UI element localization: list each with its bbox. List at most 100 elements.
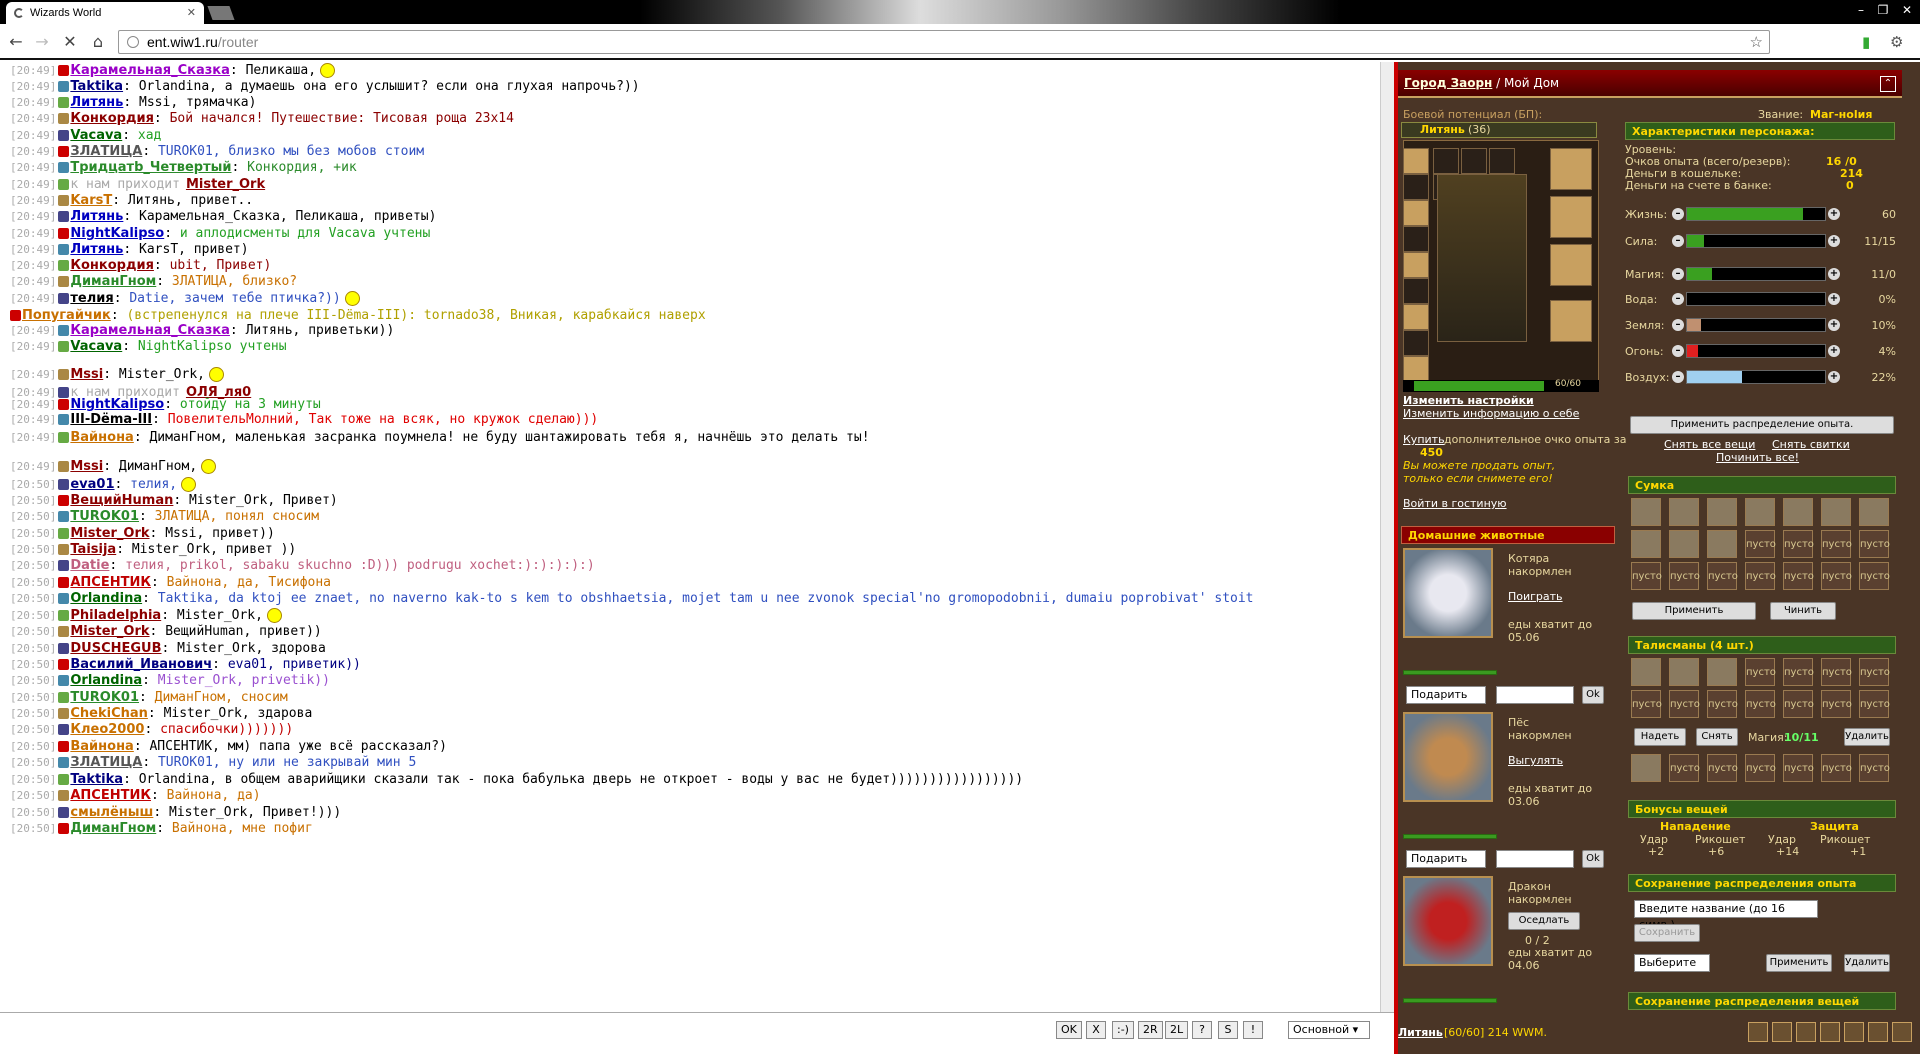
gift-select[interactable]: Подарить [1406, 686, 1486, 704]
bag-repair-button[interactable]: Чинить [1770, 602, 1836, 620]
bag-slot[interactable]: пусто [1669, 562, 1700, 590]
stat-minus-button[interactable]: – [1672, 268, 1684, 280]
chat-nickname[interactable]: DUSCHEGUB [70, 641, 161, 656]
chat-button-6[interactable]: S [1218, 1021, 1238, 1039]
toolbar-book-icon[interactable] [1844, 1022, 1864, 1042]
ok-button[interactable]: Ok [1582, 850, 1604, 868]
equipment-slot[interactable] [1403, 278, 1429, 304]
preset-name-input[interactable]: Введите название (до 16 симв.) [1634, 900, 1818, 931]
equipment-slot[interactable] [1550, 196, 1592, 238]
restore-button[interactable]: ❐ [1872, 3, 1894, 17]
delete-talisman-button[interactable]: Удалить [1844, 728, 1890, 746]
chat-nickname[interactable]: Карамельная_Сказка [70, 323, 230, 338]
chat-nickname[interactable]: Литянь [70, 209, 123, 224]
chat-nickname[interactable]: Конкордия [70, 258, 154, 273]
stat-plus-button[interactable]: + [1828, 293, 1840, 305]
equipment-slot[interactable] [1403, 330, 1429, 356]
pet-action-button[interactable]: Оседлать [1508, 912, 1580, 930]
bag-slot[interactable] [1669, 498, 1699, 526]
tab-close-icon[interactable]: ✕ [187, 6, 196, 19]
chat-nickname[interactable]: Vacava [70, 339, 122, 354]
info-link[interactable]: Изменить информацию о себе [1403, 407, 1579, 420]
stat-minus-button[interactable]: – [1672, 293, 1684, 305]
new-tab-button[interactable] [207, 6, 235, 20]
talisman-slot[interactable]: пусто [1821, 690, 1852, 718]
gift-input[interactable] [1496, 686, 1574, 704]
pet-image[interactable] [1403, 712, 1493, 802]
extension-signal-icon[interactable]: ▮ [1862, 33, 1870, 51]
close-window-button[interactable]: ✕ [1896, 3, 1918, 17]
chat-nickname[interactable]: Datie [70, 558, 109, 573]
back-icon[interactable]: ← [6, 32, 26, 51]
chat-nickname[interactable]: АПСЕНТИК [70, 575, 151, 590]
chat-scrollbar[interactable] [1380, 62, 1394, 1012]
scroll-slot[interactable]: пусто [1821, 754, 1852, 782]
character-avatar[interactable] [1437, 174, 1527, 342]
put-on-button[interactable]: Надеть [1634, 728, 1686, 746]
bag-slot[interactable]: пусто [1631, 562, 1662, 590]
minimize-button[interactable]: – [1850, 3, 1872, 17]
talisman-slot[interactable]: пусто [1859, 690, 1890, 718]
talisman-slot[interactable]: пусто [1745, 658, 1776, 686]
save-preset-button[interactable]: Сохранить [1634, 924, 1700, 942]
talisman-slot[interactable]: пусто [1745, 690, 1776, 718]
take-off-button[interactable]: Снять [1696, 728, 1738, 746]
bag-slot[interactable] [1821, 498, 1851, 526]
equipment-slot[interactable] [1550, 244, 1592, 286]
stop-icon[interactable]: ✕ [60, 32, 80, 51]
equipment-slot[interactable] [1403, 356, 1429, 382]
city-link[interactable]: Город Заорн [1404, 76, 1492, 90]
equipment-slot[interactable] [1403, 226, 1429, 252]
toolbar-square-icon[interactable] [1796, 1022, 1816, 1042]
talisman-slot[interactable]: пусто [1631, 690, 1662, 718]
equipment-slot[interactable] [1550, 300, 1592, 342]
chat-nickname[interactable]: Orlandina [70, 591, 142, 606]
bag-slot[interactable] [1707, 498, 1737, 526]
chat-nickname[interactable]: Василий_Иванович [70, 657, 212, 672]
buy-link[interactable]: Купить [1403, 433, 1445, 446]
bag-slot[interactable] [1783, 498, 1813, 526]
chat-button-5[interactable]: ? [1192, 1021, 1212, 1039]
chat-nickname[interactable]: Литянь [70, 95, 123, 110]
repair-all-link[interactable]: Починить все! [1716, 451, 1799, 464]
toolbar-chart-icon[interactable] [1892, 1022, 1912, 1042]
chat-nickname[interactable]: Литянь [70, 242, 123, 257]
collapse-icon[interactable]: ⌃ [1880, 76, 1896, 92]
bag-slot[interactable]: пусто [1859, 562, 1890, 590]
gift-select[interactable]: Подарить [1406, 850, 1486, 868]
toolbar-refresh-icon[interactable] [1748, 1022, 1768, 1042]
toolbar-shield-icon[interactable] [1820, 1022, 1840, 1042]
delete-preset-button[interactable]: Удалить [1844, 954, 1890, 972]
chat-nickname[interactable]: Карамельная_Сказка [70, 63, 230, 78]
stat-plus-button[interactable]: + [1828, 345, 1840, 357]
talisman-slot[interactable]: пусто [1859, 658, 1890, 686]
chat-nickname[interactable]: Вайнона [70, 739, 133, 754]
talisman-slot[interactable]: пусто [1783, 658, 1814, 686]
chat-button-1[interactable]: X [1086, 1021, 1106, 1039]
talisman-slot[interactable]: пусто [1821, 658, 1852, 686]
scroll-slot[interactable]: пусто [1783, 754, 1814, 782]
stat-plus-button[interactable]: + [1828, 371, 1840, 383]
chat-nickname[interactable]: телия [70, 291, 113, 306]
equipment-slot[interactable] [1403, 252, 1429, 278]
apply-exp-button[interactable]: Применить распределение опыта. [1630, 416, 1894, 434]
chat-nickname[interactable]: АПСЕНТИК [70, 788, 151, 803]
bag-slot[interactable] [1669, 530, 1699, 558]
chat-nickname[interactable]: ChekiChan [70, 706, 148, 721]
equipment-slot[interactable] [1489, 148, 1515, 174]
chat-nickname[interactable]: Попугайчик [22, 308, 111, 323]
chat-button-4[interactable]: 2L [1165, 1021, 1189, 1039]
scroll-slot[interactable] [1631, 754, 1661, 782]
bag-slot[interactable]: пусто [1707, 562, 1738, 590]
chat-nickname[interactable]: Mister_Ork [70, 624, 149, 639]
toolbar-exclaim-icon[interactable] [1868, 1022, 1888, 1042]
pet-action-link[interactable]: Поиграть [1508, 590, 1563, 603]
chat-nickname[interactable]: ЗЛАТИЦА [70, 144, 142, 159]
bag-slot[interactable] [1859, 498, 1889, 526]
chat-nickname[interactable]: Конкордия [70, 111, 154, 126]
bag-slot[interactable]: пусто [1859, 530, 1890, 558]
bag-slot[interactable]: пусто [1745, 562, 1776, 590]
bag-slot[interactable] [1707, 530, 1737, 558]
stat-minus-button[interactable]: – [1672, 345, 1684, 357]
status-name[interactable]: Литянь [1398, 1026, 1443, 1039]
